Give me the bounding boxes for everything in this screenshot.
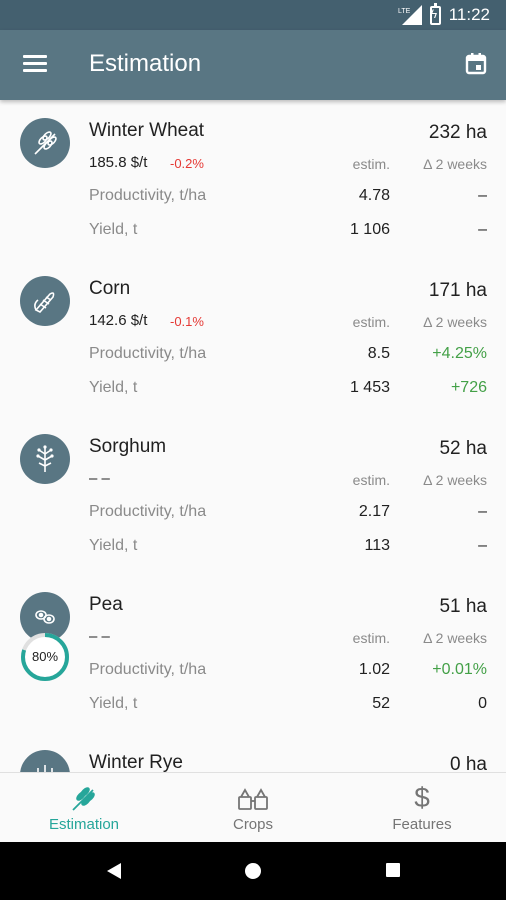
crop-area: 232 ha xyxy=(428,122,487,143)
page-title: Estimation xyxy=(89,50,202,77)
yield-delta: 0 xyxy=(478,695,487,712)
crop-name: Winter Rye xyxy=(89,752,183,772)
home-icon[interactable] xyxy=(244,862,262,885)
back-icon[interactable] xyxy=(106,862,122,885)
corn-icon xyxy=(20,276,70,326)
crop-area: 171 ha xyxy=(428,280,487,301)
menu-icon[interactable] xyxy=(23,55,47,73)
estim-header: estim. xyxy=(352,472,390,488)
crop-area: 0 ha xyxy=(450,754,487,772)
calendar-icon[interactable] xyxy=(464,52,488,76)
signal-icon: LTE xyxy=(398,5,422,25)
recents-icon[interactable] xyxy=(385,862,401,883)
price-change: -0.2% xyxy=(170,156,204,171)
yield-delta: – xyxy=(478,537,487,554)
wheat-icon xyxy=(0,781,168,815)
yield-estim: 1 453 xyxy=(349,379,390,396)
crop-card-pea[interactable]: 80% Pea 51 ha – – estim. Δ 2 weeks Produ… xyxy=(0,574,506,732)
dollar-icon: $ xyxy=(414,782,430,813)
nav-features[interactable]: $ Features xyxy=(338,773,506,843)
nav-crops-label: Crops xyxy=(232,816,273,833)
crop-card-sorghum[interactable]: Sorghum 52 ha – – estim. Δ 2 weeks Produ… xyxy=(0,416,506,574)
crop-card-winter-rye[interactable]: Winter Rye 0 ha xyxy=(0,732,506,772)
productivity-label: Productivity, t/ha xyxy=(89,503,207,520)
crop-name: Corn xyxy=(89,278,131,299)
wheat-icon xyxy=(20,118,70,168)
crop-card-corn[interactable]: Corn 171 ha 142.6 $/t -0.1% estim. Δ 2 w… xyxy=(0,258,506,416)
yield-estim: 113 xyxy=(364,537,390,554)
crop-name: Winter Wheat xyxy=(89,120,205,141)
crop-area: 52 ha xyxy=(439,438,487,459)
crop-name: Sorghum xyxy=(89,436,167,457)
estim-header: estim. xyxy=(352,314,390,330)
sorghum-icon xyxy=(20,434,70,484)
delta-header: Δ 2 weeks xyxy=(423,156,487,172)
productivity-estim: 8.5 xyxy=(367,345,390,362)
rye-icon xyxy=(20,750,70,772)
app-bar: Estimation xyxy=(0,30,506,100)
nav-crops[interactable]: Crops xyxy=(169,773,337,843)
progress-ring: 80% xyxy=(20,632,70,682)
nav-estimation-label: Estimation xyxy=(48,816,120,833)
productivity-estim: 2.17 xyxy=(358,503,390,520)
svg-text:LTE: LTE xyxy=(398,8,411,15)
yield-label: Yield, t xyxy=(89,695,138,712)
productivity-label: Productivity, t/ha xyxy=(89,345,207,362)
delta-header: Δ 2 weeks xyxy=(423,472,487,488)
progress-value: 80% xyxy=(31,649,59,664)
bottom-navigation: Estimation Crops $ Features xyxy=(0,772,506,842)
delta-header: Δ 2 weeks xyxy=(423,314,487,330)
yield-label: Yield, t xyxy=(89,221,138,238)
clock: 11:22 xyxy=(448,5,490,24)
crop-card-winter-wheat[interactable]: Winter Wheat 232 ha 185.8 $/t -0.2% esti… xyxy=(0,100,506,258)
battery-icon xyxy=(429,2,441,25)
productivity-delta: – xyxy=(478,503,487,520)
nav-features-label: Features xyxy=(392,816,452,833)
crop-price: 142.6 $/t xyxy=(89,312,148,329)
yield-estim: 52 xyxy=(372,695,390,712)
crop-price: – – xyxy=(89,628,110,645)
productivity-estim: 4.78 xyxy=(358,187,390,204)
price-change: -0.1% xyxy=(170,314,204,329)
productivity-estim: 1.02 xyxy=(358,661,390,678)
crop-name: Pea xyxy=(89,594,123,615)
productivity-label: Productivity, t/ha xyxy=(89,187,207,204)
yield-delta: +726 xyxy=(450,379,487,396)
estim-header: estim. xyxy=(352,630,390,646)
productivity-delta: – xyxy=(478,187,487,204)
delta-header: Δ 2 weeks xyxy=(423,630,487,646)
yield-estim: 1 106 xyxy=(349,221,390,238)
crop-price: – – xyxy=(89,470,110,487)
system-navigation-bar xyxy=(0,842,506,900)
estim-header: estim. xyxy=(352,156,390,172)
crops-icon xyxy=(169,781,337,815)
crop-list[interactable]: Winter Wheat 232 ha 185.8 $/t -0.2% esti… xyxy=(0,100,506,772)
yield-label: Yield, t xyxy=(89,537,138,554)
productivity-delta: +4.25% xyxy=(432,345,487,362)
yield-delta: – xyxy=(478,221,487,238)
productivity-label: Productivity, t/ha xyxy=(89,661,207,678)
crop-area: 51 ha xyxy=(439,596,487,617)
nav-estimation[interactable]: Estimation xyxy=(0,773,168,843)
yield-label: Yield, t xyxy=(89,379,138,396)
productivity-delta: +0.01% xyxy=(432,661,487,678)
crop-price: 185.8 $/t xyxy=(89,154,148,171)
status-bar: LTE 11:22 xyxy=(0,0,506,30)
